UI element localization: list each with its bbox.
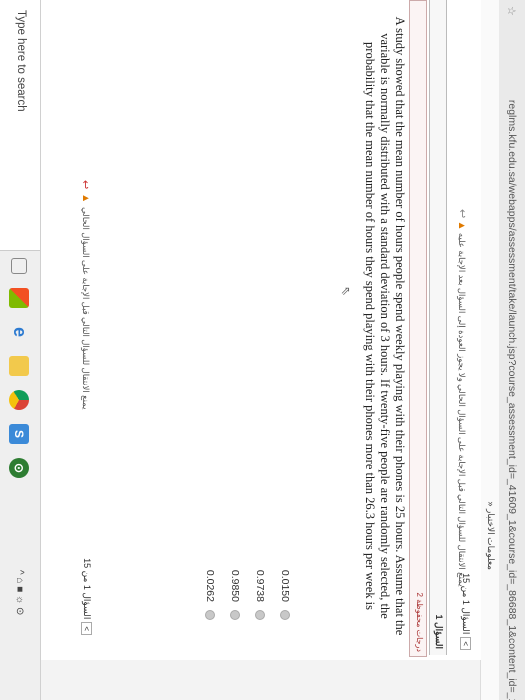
test-info-label[interactable]: » معلومات الاختبار bbox=[485, 501, 496, 570]
option-label: 0.0150 bbox=[279, 569, 292, 602]
browser-address-bar[interactable]: ☆ reglms.kfu.edu.sa/webapps/assessment/t… bbox=[498, 0, 525, 700]
chrome-icon[interactable] bbox=[9, 390, 30, 410]
option-label: 0.9850 bbox=[229, 569, 242, 602]
warning-icon: ▲ bbox=[80, 193, 91, 204]
taskbar-apps: e S ⊙ bbox=[0, 258, 40, 478]
monitor-screen: ☆ reglms.kfu.edu.sa/webapps/assessment/t… bbox=[0, 0, 525, 700]
taskbar-search[interactable]: Type here to search bbox=[0, 0, 40, 251]
pager-prev-button[interactable]: < bbox=[460, 637, 471, 650]
warning-icon: ▲ bbox=[456, 220, 467, 231]
option-radio[interactable] bbox=[230, 610, 241, 620]
option-label: 0.9738 bbox=[254, 569, 267, 602]
footer-warning-text: يمنع الانتقال للسؤال التالي قبل الإجابة … bbox=[81, 207, 91, 410]
test-info-strip: » معلومات الاختبار bbox=[480, 0, 499, 700]
answer-option[interactable]: 0.9738 bbox=[248, 570, 273, 620]
pager-prev-button[interactable]: < bbox=[81, 622, 92, 635]
option-radio[interactable] bbox=[205, 610, 216, 620]
file-explorer-icon[interactable] bbox=[9, 356, 30, 376]
windows-taskbar: Type here to search e S ⊙ ^ ⌂ ■ ☼ ⊙ bbox=[0, 0, 41, 700]
question-pager-top[interactable]: السؤال 1 من 15 < bbox=[460, 573, 471, 650]
return-arrow-icon[interactable]: ↩ bbox=[79, 180, 92, 189]
app-icon[interactable]: ⊙ bbox=[9, 458, 30, 478]
url-text[interactable]: reglms.kfu.edu.sa/webapps/assessment/tak… bbox=[506, 100, 518, 700]
app-icon[interactable]: S bbox=[9, 424, 30, 444]
store-icon[interactable] bbox=[9, 288, 30, 308]
answer-option[interactable]: 0.0262 bbox=[198, 570, 223, 620]
answer-option[interactable]: 0.0150 bbox=[273, 570, 298, 620]
bookmark-star-icon[interactable]: ☆ bbox=[506, 6, 519, 16]
question-nav-bottom: ↩ ▲ يمنع الانتقال للسؤال التالي قبل الإج… bbox=[75, 0, 95, 655]
assessment-content: ↩ ▲ يمنع الانتقال للسؤال التالي قبل الإج… bbox=[41, 0, 481, 660]
answer-option[interactable]: 0.9850 bbox=[223, 570, 248, 620]
tray-icons[interactable]: ^ ⌂ ■ ☼ ⊙ bbox=[14, 570, 25, 615]
question-number: السؤال 1 bbox=[434, 614, 444, 649]
option-radio[interactable] bbox=[280, 610, 291, 620]
back-arrow-icon[interactable]: ↩ bbox=[456, 209, 468, 218]
edge-icon[interactable]: e bbox=[10, 322, 30, 342]
mouse-cursor-icon: ⇖ bbox=[339, 286, 353, 297]
pager-label: السؤال 1 من 15 bbox=[82, 558, 92, 620]
system-tray[interactable]: ^ ⌂ ■ ☼ ⊙ bbox=[0, 570, 40, 615]
question-text: A study showed that the mean number of h… bbox=[363, 16, 407, 636]
task-view-icon[interactable] bbox=[11, 258, 28, 274]
search-placeholder: Type here to search bbox=[15, 10, 27, 112]
footer-warning: ↩ ▲ يمنع الانتقال للسؤال التالي قبل الإج… bbox=[79, 180, 92, 409]
navigation-warning-text: يمنع الانتقال للسؤال التالي قبل الإجابة … bbox=[457, 232, 467, 587]
question-nav-top: ↩ ▲ يمنع الانتقال للسؤال التالي قبل الإج… bbox=[451, 0, 473, 660]
points-saved-label: 2 درجات محفوظة bbox=[415, 592, 424, 652]
navigation-warning: ↩ ▲ يمنع الانتقال للسؤال التالي قبل الإج… bbox=[456, 205, 469, 587]
option-radio[interactable] bbox=[255, 610, 266, 620]
question-pager-bottom[interactable]: السؤال 1 من 15 < bbox=[81, 558, 92, 635]
question-points-bar: 2 درجات محفوظة bbox=[409, 0, 427, 657]
option-label: 0.0262 bbox=[204, 569, 217, 602]
pager-label: السؤال 1 من 15 bbox=[461, 573, 471, 635]
question-header: السؤال 1 bbox=[429, 0, 447, 655]
answer-options: 0.0150 0.9738 0.9850 0.0262 bbox=[198, 570, 298, 620]
